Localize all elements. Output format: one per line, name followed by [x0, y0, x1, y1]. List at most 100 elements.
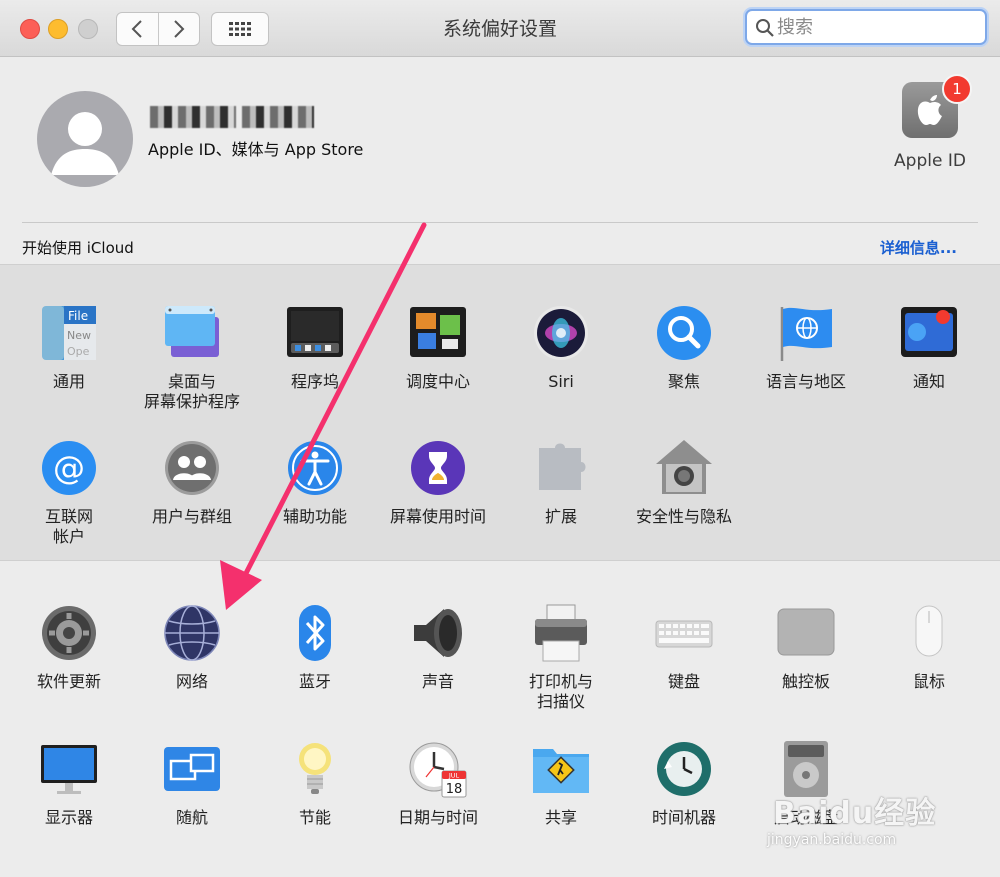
search-input[interactable] — [777, 15, 977, 39]
extensions-icon — [531, 438, 591, 498]
pref-label: 蓝牙 — [298, 672, 331, 691]
avatar[interactable] — [37, 91, 133, 187]
pref-label: 通知 — [912, 372, 945, 391]
pref-label: 打印机与 扫描仪 — [528, 672, 593, 711]
language-region-icon — [776, 303, 836, 363]
pref-label: 时间机器 — [651, 808, 716, 827]
pref-bluetooth[interactable]: 蓝牙 — [255, 603, 375, 692]
watermark-url: jingyan.baidu.com — [767, 832, 897, 848]
pref-trackpad[interactable]: 触控板 — [746, 603, 866, 692]
mouse-icon — [899, 603, 959, 663]
bluetooth-icon — [285, 603, 345, 663]
username-redacted — [150, 106, 330, 130]
pref-date-time[interactable]: JUL 18 日期与时间 — [378, 739, 498, 828]
screen-time-icon — [408, 438, 468, 498]
pref-label: 用户与群组 — [151, 507, 232, 526]
pref-label: 调度中心 — [405, 372, 470, 391]
displays-icon — [39, 739, 99, 799]
details-link[interactable]: 详细信息... — [880, 237, 957, 258]
pref-notifications[interactable]: 通知 — [869, 303, 989, 392]
system-preferences-window: 系统偏好设置 Apple ID、媒体与 App Store 1 Apple ID — [0, 0, 1000, 877]
pref-printers-scanners[interactable]: 打印机与 扫描仪 — [501, 603, 621, 712]
account-subtitle: Apple ID、媒体与 App Store — [148, 140, 364, 159]
pref-label: 语言与地区 — [765, 372, 846, 391]
pref-dock[interactable]: 程序坞 — [255, 303, 375, 392]
title-bar: 系统偏好设置 — [0, 0, 1000, 57]
pref-network[interactable]: 网络 — [132, 603, 252, 692]
watermark-brand: Baidu经验 — [773, 796, 937, 831]
sound-icon — [408, 603, 468, 663]
keyboard-icon — [654, 603, 714, 663]
pref-mouse[interactable]: 鼠标 — [869, 603, 989, 692]
pref-label: 通用 — [52, 372, 85, 391]
notification-badge: 1 — [942, 74, 972, 104]
pref-label: 日期与时间 — [397, 808, 478, 827]
pref-time-machine[interactable]: 时间机器 — [624, 739, 744, 828]
pref-screen-time[interactable]: 屏幕使用时间 — [378, 438, 498, 527]
pref-internet-accounts[interactable]: @ 互联网 帐户 — [9, 438, 129, 547]
pref-accessibility[interactable]: 辅助功能 — [255, 438, 375, 527]
watermark: Baidu经验 jingyan.baidu.com — [765, 768, 955, 858]
spotlight-icon — [654, 303, 714, 363]
pref-label: 屏幕使用时间 — [389, 507, 486, 526]
general-icon: File New Ope — [39, 303, 99, 363]
pref-general[interactable]: File New Ope 通用 — [9, 303, 129, 392]
apple-logo-icon: 1 — [902, 74, 972, 138]
svg-text:Ope: Ope — [67, 345, 90, 358]
svg-text:@: @ — [53, 449, 85, 487]
pref-sidecar[interactable]: 随航 — [132, 739, 252, 828]
time-machine-icon — [654, 739, 714, 799]
pref-siri[interactable]: Siri — [501, 303, 621, 392]
pref-label: 共享 — [544, 808, 577, 827]
pref-label: 聚焦 — [667, 372, 700, 391]
software-update-icon — [39, 603, 99, 663]
pref-sharing[interactable]: 共享 — [501, 739, 621, 828]
pref-users-groups[interactable]: 用户与群组 — [132, 438, 252, 527]
calendar-day: 18 — [446, 782, 463, 797]
pref-sound[interactable]: 声音 — [378, 603, 498, 692]
apple-id-label: Apple ID — [894, 151, 966, 171]
users-groups-icon — [162, 438, 222, 498]
network-icon — [162, 603, 222, 663]
pref-mission-control[interactable]: 调度中心 — [378, 303, 498, 392]
sharing-icon — [531, 739, 591, 799]
accessibility-icon — [285, 438, 345, 498]
pref-desktop-screensaver[interactable]: 桌面与 屏幕保护程序 — [132, 303, 252, 412]
pref-software-update[interactable]: 软件更新 — [9, 603, 129, 692]
icloud-bar: 开始使用 iCloud 详细信息... — [0, 223, 1000, 263]
pref-label: 辅助功能 — [282, 507, 347, 526]
pref-label: 程序坞 — [290, 372, 339, 391]
pref-keyboard[interactable]: 键盘 — [624, 603, 744, 692]
pref-label: 节能 — [298, 808, 331, 827]
apple-id-banner: Apple ID、媒体与 App Store 1 Apple ID — [0, 57, 1000, 222]
pref-label: 显示器 — [44, 808, 93, 827]
security-privacy-icon — [654, 438, 714, 498]
pref-energy-saver[interactable]: 节能 — [255, 739, 375, 828]
pref-spotlight[interactable]: 聚焦 — [624, 303, 744, 392]
pref-label: 触控板 — [781, 672, 830, 691]
mission-control-icon — [408, 303, 468, 363]
pref-language-region[interactable]: 语言与地区 — [746, 303, 866, 392]
pref-label: 扩展 — [544, 507, 577, 526]
energy-saver-icon — [285, 739, 345, 799]
trackpad-icon — [776, 603, 836, 663]
desktop-screensaver-icon — [162, 303, 222, 363]
pref-label: 网络 — [175, 672, 208, 691]
pref-label: 键盘 — [667, 672, 700, 691]
date-time-icon: JUL 18 — [408, 739, 468, 799]
search-icon — [756, 19, 774, 37]
user-silhouette-icon — [51, 112, 119, 175]
siri-icon — [531, 303, 591, 363]
dock-icon — [285, 303, 345, 363]
pref-security-privacy[interactable]: 安全性与隐私 — [624, 438, 744, 527]
pref-displays[interactable]: 显示器 — [9, 739, 129, 828]
pref-label: Siri — [548, 372, 574, 391]
search-field[interactable] — [745, 9, 987, 45]
apple-id-pref[interactable]: 1 Apple ID — [888, 74, 972, 171]
svg-text:New: New — [67, 329, 91, 342]
internet-accounts-icon: @ — [39, 438, 99, 498]
pref-label: 软件更新 — [36, 672, 101, 691]
pref-extensions[interactable]: 扩展 — [501, 438, 621, 527]
svg-text:File: File — [68, 309, 88, 323]
pref-label: 桌面与 屏幕保护程序 — [143, 372, 240, 411]
